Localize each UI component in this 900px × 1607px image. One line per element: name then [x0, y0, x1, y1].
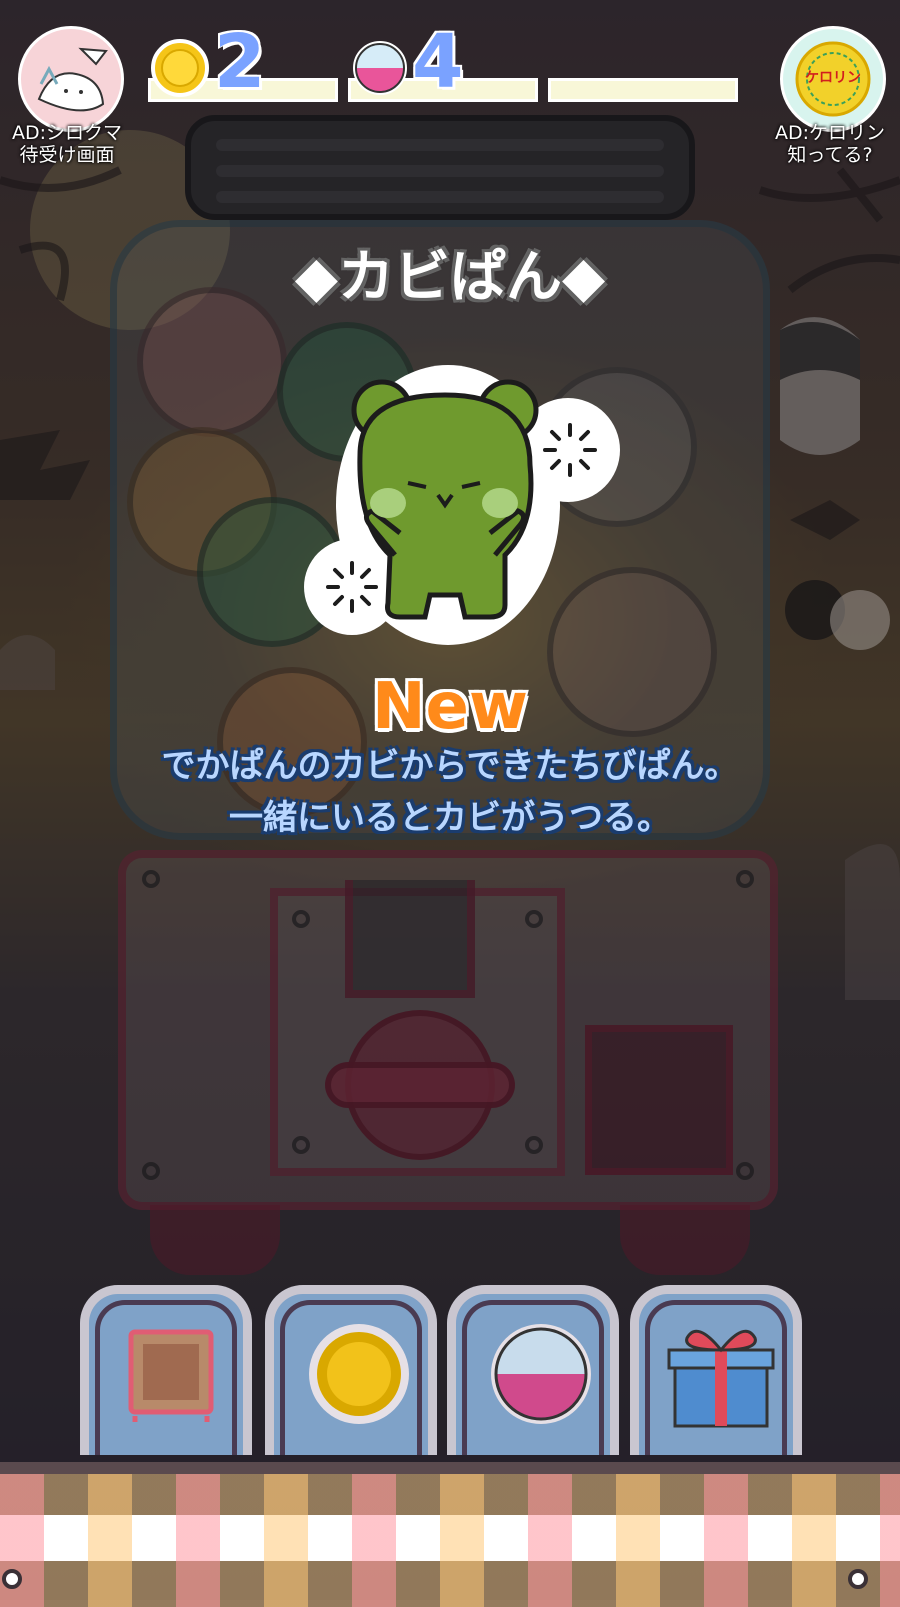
capsule-count: 4 [412, 19, 464, 105]
ad-right-label-line-1: AD:ケロリン [774, 122, 886, 144]
empty-counter-bar [548, 78, 738, 102]
ad-left-button[interactable] [18, 26, 124, 132]
gift-button[interactable] [630, 1285, 802, 1455]
bottom-checkered-panel [0, 1462, 900, 1607]
coin-shop-button[interactable] [265, 1285, 437, 1455]
item-description-line-1: でかぱんのカビからできたちびぱん。 [161, 746, 739, 786]
ad-right-label[interactable]: AD:ケロリン 知ってる? [745, 122, 900, 166]
capsule-shop-button[interactable] [447, 1285, 619, 1455]
frame-icon [128, 1329, 214, 1422]
bottom-panel-edge [0, 1462, 900, 1474]
ad-left-label-line-1: AD:シロクマ [11, 122, 123, 144]
polar-bear-icon [37, 47, 108, 112]
panel-hole [2, 1569, 22, 1589]
ad-right-label-line-2: 知ってる? [787, 144, 873, 166]
capsule-icon [353, 41, 407, 95]
kabipan-bear-character [304, 365, 620, 645]
new-badge: New [371, 670, 529, 744]
ad-left-label[interactable]: AD:シロクマ 待受け画面 [0, 122, 152, 166]
ad-right-button[interactable]: ケロリン [780, 26, 886, 132]
coin-count: 2 [214, 19, 266, 105]
coin-icon [151, 39, 209, 97]
panel-hole [848, 1569, 868, 1589]
item-title: ◆カビぱん◆ [294, 245, 606, 310]
item-description-line-2: 一緒にいるとカビがうつる。 [229, 798, 671, 838]
collection-button[interactable] [80, 1285, 252, 1455]
ad-right-logo-text: ケロリン [805, 70, 861, 86]
capsule-icon [491, 1324, 591, 1424]
gift-icon [667, 1329, 775, 1428]
coin-icon [309, 1324, 409, 1424]
ad-left-label-line-2: 待受け画面 [19, 144, 115, 166]
